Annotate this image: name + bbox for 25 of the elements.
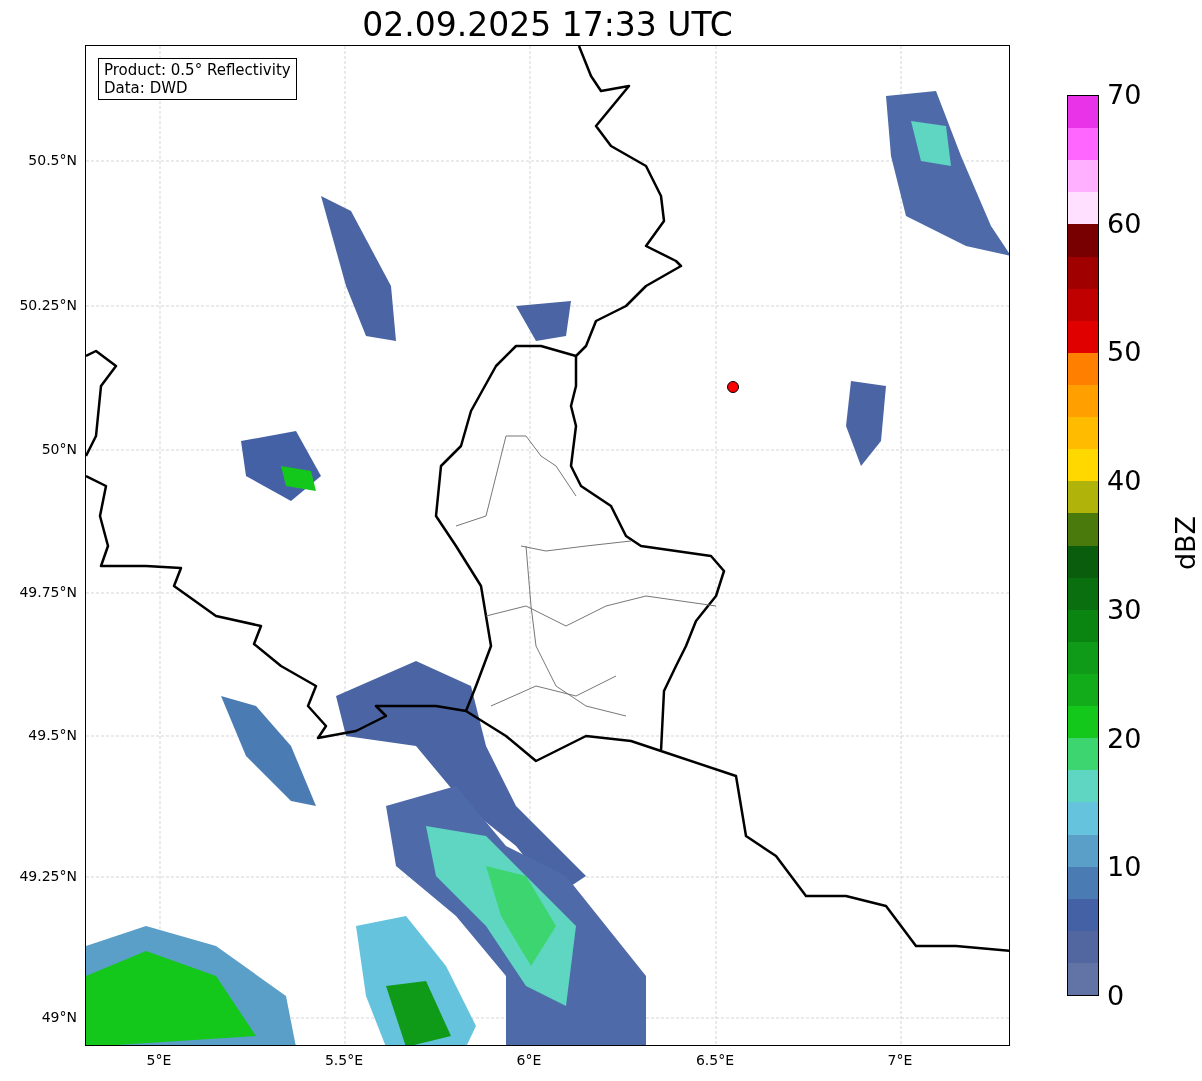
colorbar-tick-label: 50 (1107, 337, 1142, 368)
chart-title: 02.09.2025 17:33 UTC (362, 5, 733, 45)
latitude-label: 50.25°N (19, 297, 77, 313)
latitude-label: 49°N (41, 1009, 77, 1025)
colorbar-tick-label: 20 (1107, 723, 1142, 754)
location-marker (727, 381, 739, 393)
legend-text: Data: DWD (104, 79, 189, 97)
longitude-label: 6.5°E (695, 1052, 735, 1068)
colorbar-tick-label: 40 (1107, 466, 1142, 497)
latitude-label: 49.75°N (19, 584, 77, 600)
longitude-label: 5°E (146, 1052, 172, 1068)
colorbar-tick-label: 10 (1107, 852, 1142, 883)
colorbar-tick-label: 60 (1107, 208, 1142, 239)
latitude-label: 49.5°N (28, 727, 77, 743)
colorbar-title: dBZ (1170, 515, 1202, 571)
colorbar-tick-label: 70 (1107, 80, 1142, 110)
colorbar-tick-label: 0 (1107, 981, 1125, 1011)
colorbar-tick-label: 30 (1107, 594, 1142, 625)
legend-text: Product: 0.5° Reflectivity (104, 61, 291, 79)
latitude-label: 50.5°N (28, 152, 77, 168)
longitude-label: 6°E (516, 1052, 542, 1068)
longitude-label: 7°E (887, 1052, 913, 1068)
latitude-label: 50°N (41, 441, 77, 457)
longitude-label: 5.5°E (324, 1052, 364, 1068)
latitude-label: 49.25°N (19, 868, 77, 884)
